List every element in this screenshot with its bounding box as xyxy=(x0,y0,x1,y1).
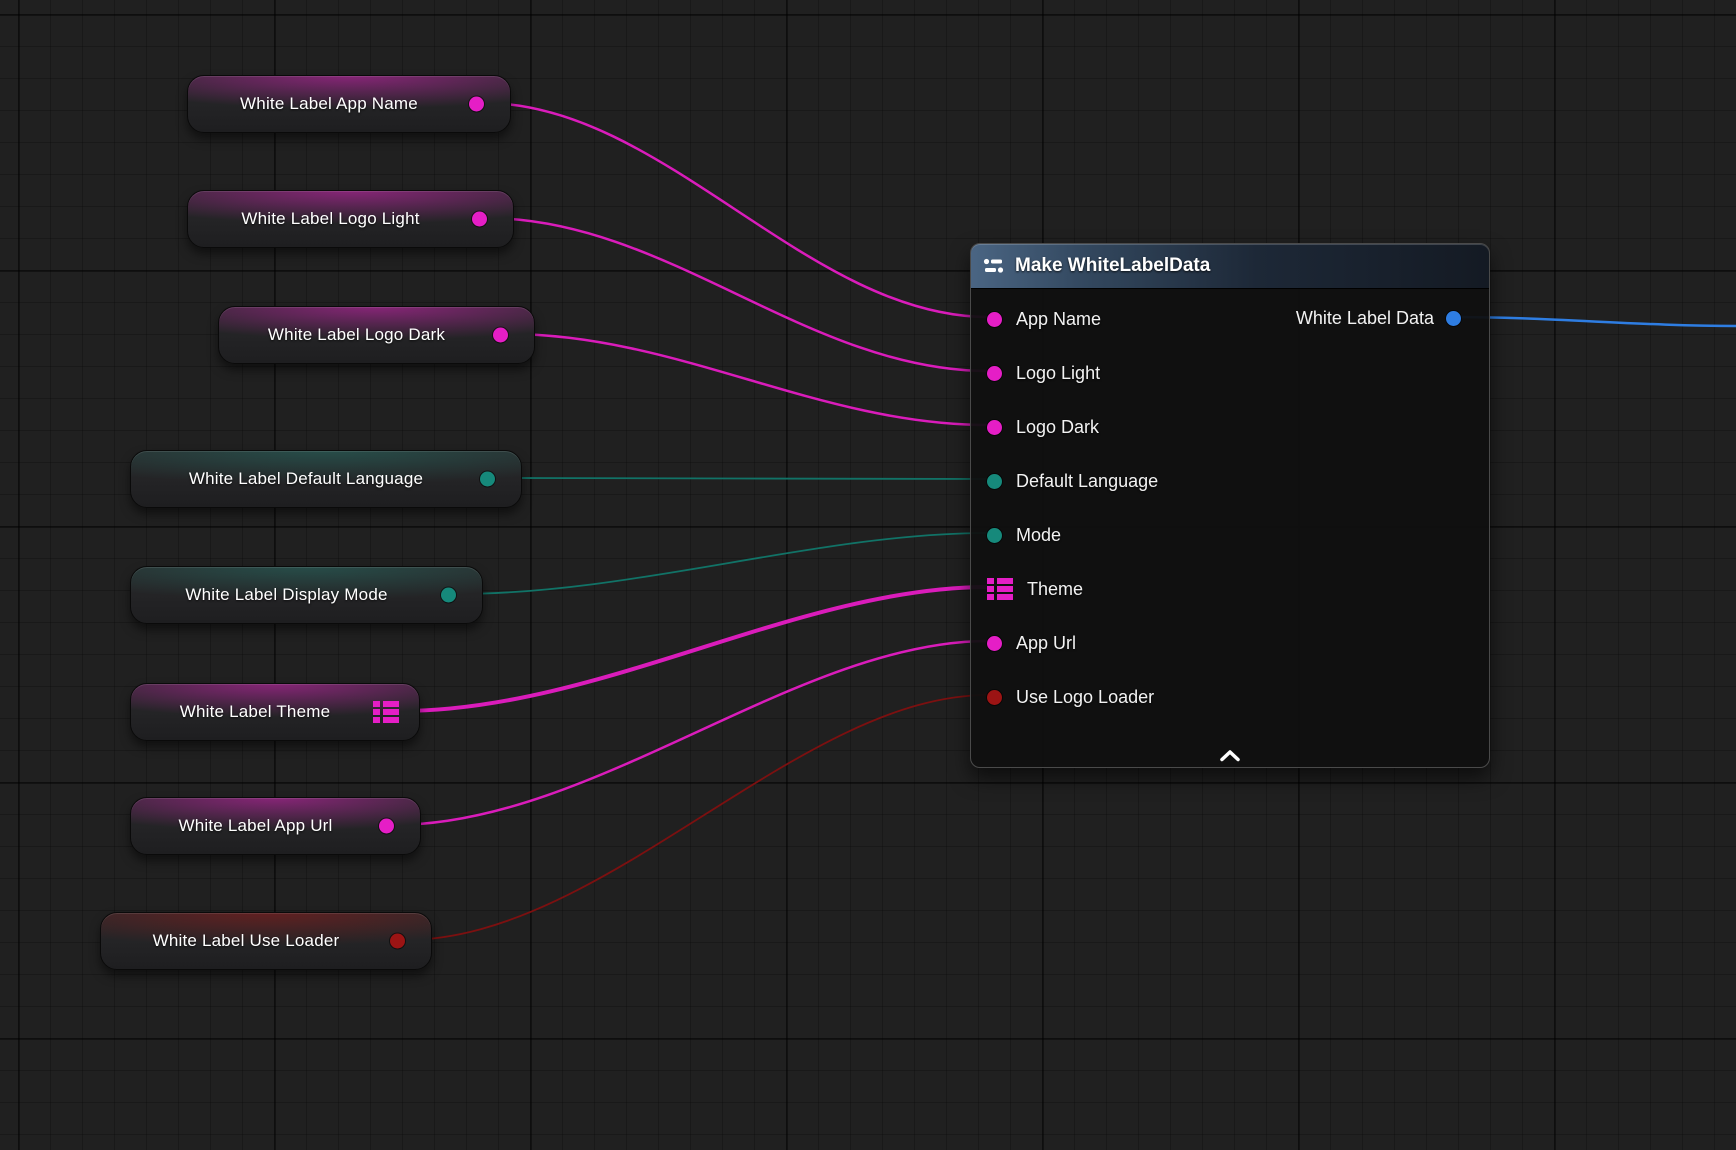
output-pin-use-loader[interactable] xyxy=(390,934,405,949)
wire-use-loader[interactable] xyxy=(405,695,988,940)
pin-label: Use Logo Loader xyxy=(1016,687,1154,708)
wire-default-language[interactable] xyxy=(495,478,988,479)
getter-node-app-url[interactable]: White Label App Url xyxy=(130,797,421,855)
wire-app-name[interactable] xyxy=(484,103,988,317)
input-pin-app-url[interactable] xyxy=(987,636,1002,651)
output-pin-logo-dark[interactable] xyxy=(493,328,508,343)
output-pin-theme-struct-icon[interactable] xyxy=(373,701,399,723)
wire-white-label-data-out[interactable] xyxy=(1450,317,1736,326)
input-pin-row-app-url: App Url xyxy=(971,616,1489,670)
pin-label: App Name xyxy=(1016,309,1101,330)
getter-label: White Label Use Loader xyxy=(115,931,377,951)
input-pin-theme-struct-icon[interactable] xyxy=(987,578,1013,600)
input-pin-row-logo-light: Logo Light xyxy=(971,346,1489,400)
getter-node-logo-light[interactable]: White Label Logo Light xyxy=(187,190,514,248)
pin-label: Theme xyxy=(1027,579,1083,600)
getter-label: White Label Logo Dark xyxy=(233,325,480,345)
input-pin-app-name[interactable] xyxy=(987,312,1002,327)
pin-label: White Label Data xyxy=(1296,308,1434,329)
getter-node-theme[interactable]: White Label Theme xyxy=(130,683,420,741)
input-pin-row-mode: Mode xyxy=(971,508,1489,562)
getter-label: White Label Logo Light xyxy=(202,209,459,229)
input-pin-logo-light[interactable] xyxy=(987,366,1002,381)
collapse-chevron[interactable] xyxy=(1218,749,1242,762)
output-pin-app-name[interactable] xyxy=(469,97,484,112)
blueprint-canvas[interactable]: White Label App Name White Label Logo Li… xyxy=(0,0,1736,1150)
make-struct-icon xyxy=(983,257,1005,275)
input-pin-mode[interactable] xyxy=(987,528,1002,543)
wire-logo-light[interactable] xyxy=(487,218,988,371)
wire-app-url[interactable] xyxy=(394,641,988,825)
input-pin-logo-dark[interactable] xyxy=(987,420,1002,435)
wire-theme[interactable] xyxy=(400,587,988,711)
output-pin-default-language[interactable] xyxy=(480,472,495,487)
input-pin-default-language[interactable] xyxy=(987,474,1002,489)
input-pin-row-default-language: Default Language xyxy=(971,454,1489,508)
pin-label: Logo Dark xyxy=(1016,417,1099,438)
wire-logo-dark[interactable] xyxy=(508,334,988,425)
input-pin-row-theme: Theme xyxy=(971,562,1489,616)
getter-label: White Label Default Language xyxy=(145,469,467,489)
input-pin-use-logo-loader[interactable] xyxy=(987,690,1002,705)
pin-label: App Url xyxy=(1016,633,1076,654)
getter-label: White Label Theme xyxy=(145,702,365,722)
getter-node-app-name[interactable]: White Label App Name xyxy=(187,75,511,133)
input-pin-row-use-logo-loader: Use Logo Loader xyxy=(971,670,1489,724)
getter-node-logo-dark[interactable]: White Label Logo Dark xyxy=(218,306,535,364)
output-pin-logo-light[interactable] xyxy=(472,212,487,227)
output-pin-white-label-data[interactable] xyxy=(1446,311,1461,326)
output-pin-row: White Label Data xyxy=(1296,296,1461,340)
node-header[interactable]: Make WhiteLabelData xyxy=(971,244,1489,289)
node-body: App Name Logo Light Logo Dark Default La… xyxy=(971,289,1489,724)
make-whitelabeldata-node[interactable]: Make WhiteLabelData App Name Logo Light … xyxy=(970,243,1490,768)
input-pin-row-logo-dark: Logo Dark xyxy=(971,400,1489,454)
getter-node-default-language[interactable]: White Label Default Language xyxy=(130,450,522,508)
node-title: Make WhiteLabelData xyxy=(1015,255,1210,277)
pin-label: Mode xyxy=(1016,525,1061,546)
getter-node-display-mode[interactable]: White Label Display Mode xyxy=(130,566,483,624)
getter-label: White Label App Url xyxy=(145,816,366,836)
output-pin-app-url[interactable] xyxy=(379,819,394,834)
wire-display-mode[interactable] xyxy=(456,533,988,594)
getter-label: White Label App Name xyxy=(202,94,456,114)
getter-label: White Label Display Mode xyxy=(145,585,428,605)
output-pin-display-mode[interactable] xyxy=(441,588,456,603)
pin-label: Logo Light xyxy=(1016,363,1100,384)
getter-node-use-loader[interactable]: White Label Use Loader xyxy=(100,912,432,970)
pin-label: Default Language xyxy=(1016,471,1158,492)
